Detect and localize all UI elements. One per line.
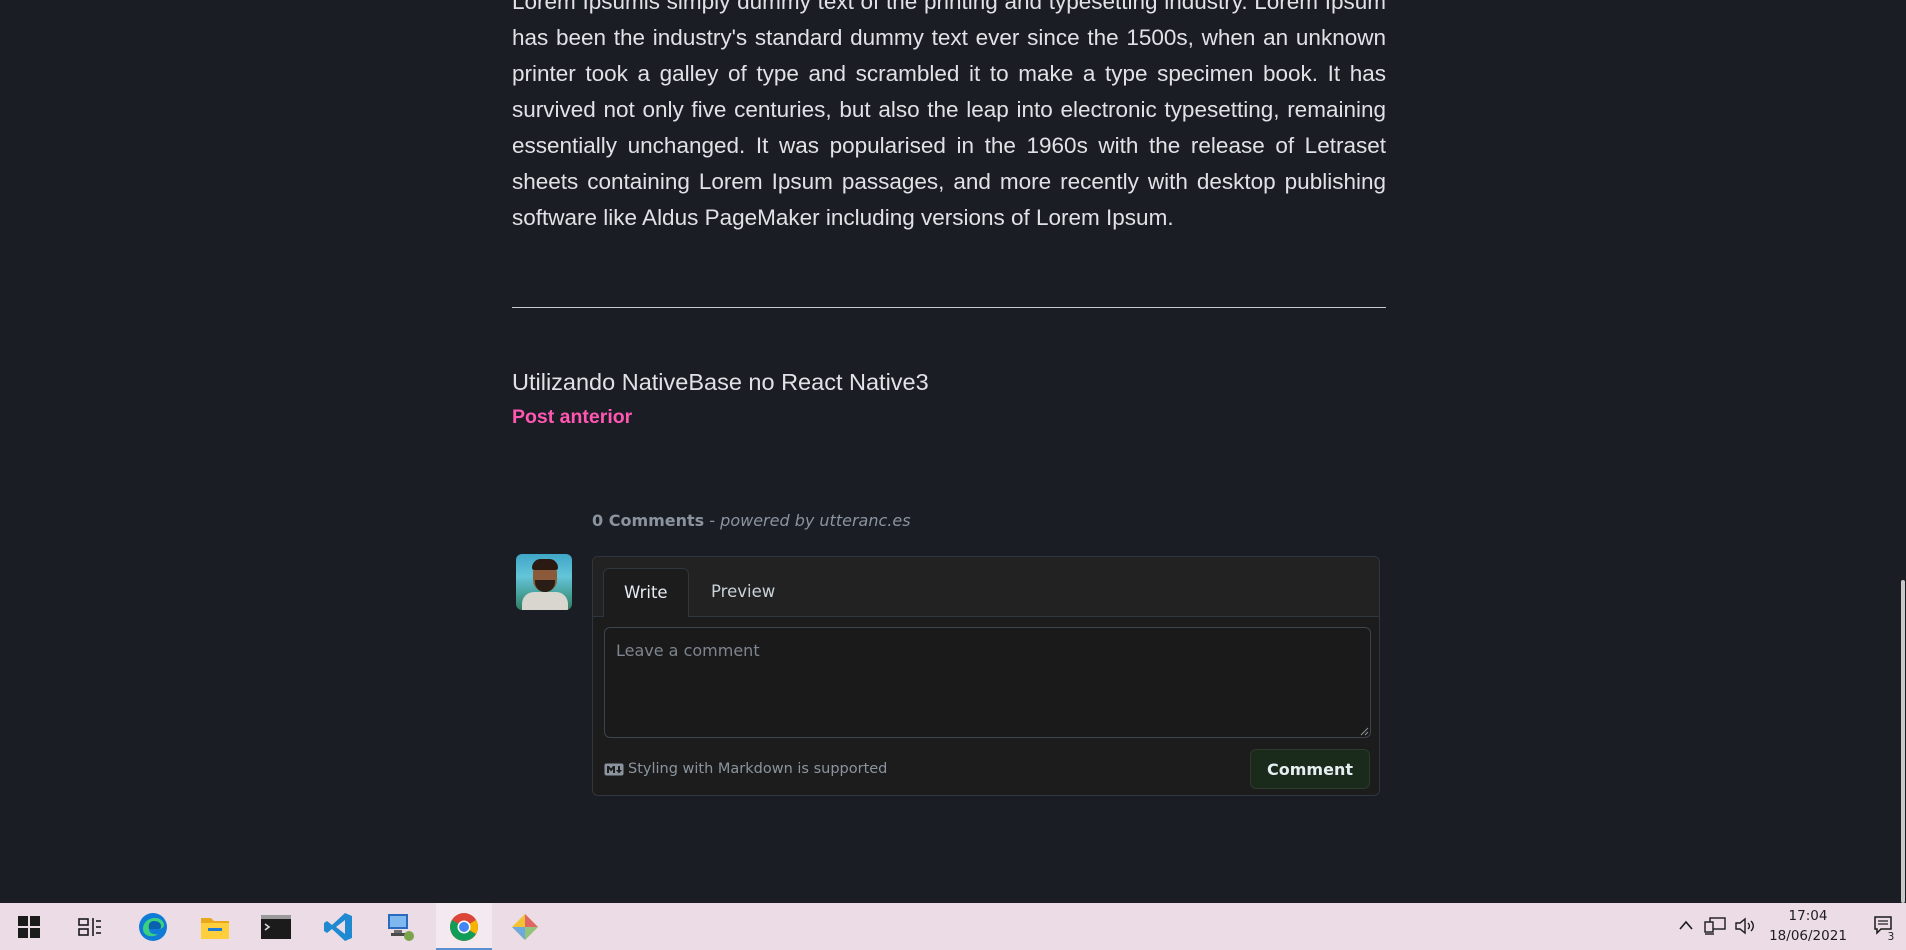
taskbar-clock[interactable]: 17:04 18/06/2021 xyxy=(1760,903,1856,950)
network-icon[interactable] xyxy=(1704,917,1726,935)
tab-preview[interactable]: Preview xyxy=(691,568,795,617)
notification-center-button[interactable]: 3 xyxy=(1864,903,1900,950)
show-hidden-icons-icon[interactable] xyxy=(1678,919,1694,931)
edge-icon xyxy=(139,912,167,941)
vscode-icon xyxy=(324,912,352,941)
previous-post-title[interactable]: Utilizando NativeBase no React Native3 xyxy=(512,366,1386,398)
taskbar-app-chrome[interactable] xyxy=(436,903,492,950)
volume-icon[interactable] xyxy=(1734,917,1756,935)
taskbar xyxy=(0,903,1906,950)
powered-by[interactable]: - powered by utteranc.es xyxy=(709,511,910,530)
divider xyxy=(512,307,1386,308)
start-button[interactable] xyxy=(0,903,58,950)
comments-header: 0 Comments - powered by utteranc.es xyxy=(592,511,911,530)
taskbar-app-file-explorer[interactable] xyxy=(189,903,241,950)
article-body: Lorem Ipsumis simply dummy text of the p… xyxy=(512,0,1386,230)
file-explorer-icon xyxy=(201,917,229,939)
task-view-button[interactable] xyxy=(64,903,116,950)
terminal-icon xyxy=(261,914,291,939)
markdown-note-text: Styling with Markdown is supported xyxy=(628,761,888,777)
markdown-icon xyxy=(604,763,624,775)
blog-post-page: Lorem Ipsumis simply dummy text of the p… xyxy=(0,0,1900,903)
taskbar-app-edge[interactable] xyxy=(127,903,179,950)
scrollbar-thumb[interactable] xyxy=(1901,580,1905,903)
windows-start-icon xyxy=(18,915,40,938)
taskbar-app-gitkraken[interactable] xyxy=(499,903,551,950)
resize-grip-icon[interactable] xyxy=(1360,727,1369,736)
scrollbar[interactable] xyxy=(1900,0,1906,903)
comment-button[interactable]: Comment xyxy=(1250,749,1370,789)
notification-count: 3 xyxy=(1884,930,1898,944)
previous-post-label[interactable]: Post anterior xyxy=(512,401,1386,433)
markdown-note[interactable]: Styling with Markdown is supported xyxy=(604,761,887,777)
taskbar-app-vscode[interactable] xyxy=(312,903,364,950)
git-kraken-icon xyxy=(512,913,538,940)
comment-count[interactable]: 0 Comments xyxy=(592,511,704,530)
taskbar-app-remote-desktop[interactable] xyxy=(374,903,426,950)
comment-tabs: Write Preview xyxy=(593,557,1379,617)
clock-date: 18/06/2021 xyxy=(1769,928,1847,944)
avatar[interactable] xyxy=(516,554,572,610)
tab-write[interactable]: Write xyxy=(603,568,689,617)
clock-time: 17:04 xyxy=(1788,908,1828,924)
taskbar-app-terminal[interactable] xyxy=(250,903,302,950)
previous-post-link[interactable]: Utilizando NativeBase no React Native3 P… xyxy=(512,366,1386,433)
comment-form: Write Preview Styling with Markdown is s… xyxy=(592,556,1380,796)
remote-desktop-icon xyxy=(388,913,414,941)
comment-input[interactable] xyxy=(604,627,1371,738)
chrome-icon xyxy=(450,912,478,941)
task-view-icon xyxy=(78,917,101,936)
